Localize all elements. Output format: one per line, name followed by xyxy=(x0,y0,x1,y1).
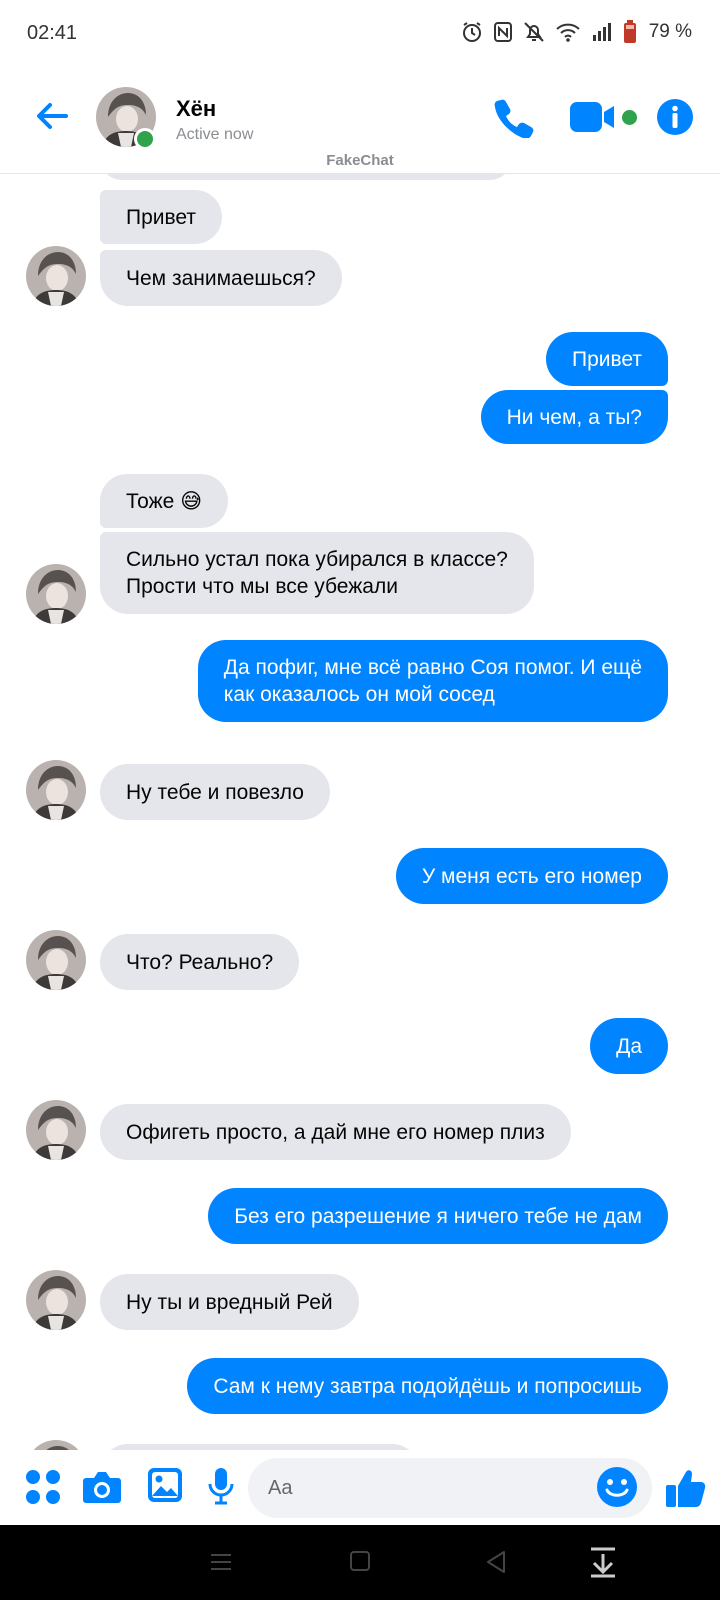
outgoing-message[interactable]: Да xyxy=(590,1018,668,1074)
incoming-message[interactable]: Привет xyxy=(100,190,223,244)
sender-avatar[interactable] xyxy=(26,760,86,820)
outgoing-message[interactable]: Без его разрешение я ничего тебе не дам xyxy=(208,1188,668,1244)
nfc-icon xyxy=(493,22,512,42)
wifi-icon xyxy=(556,23,580,42)
incoming-message[interactable]: Что? Реально? xyxy=(100,934,300,990)
contact-name[interactable]: Хён xyxy=(176,96,216,122)
outgoing-message[interactable]: Ни чем, а ты? xyxy=(480,390,668,444)
outgoing-message[interactable]: Да пофиг, мне всё равно Соя помог. И ещё… xyxy=(197,640,668,722)
status-bar: 02:41 79 % xyxy=(0,0,720,70)
sender-avatar[interactable] xyxy=(26,930,86,990)
menu-icon[interactable] xyxy=(208,1549,234,1575)
system-navigation-bar xyxy=(0,1525,720,1600)
incoming-message[interactable]: Тоже 😅 xyxy=(100,474,229,528)
gallery-icon[interactable] xyxy=(146,1466,184,1504)
incoming-message[interactable]: Ну ты и вредный Рей xyxy=(100,1274,359,1330)
phone-icon[interactable] xyxy=(492,96,534,138)
microphone-icon[interactable] xyxy=(206,1466,236,1506)
thumbs-up-icon[interactable] xyxy=(664,1466,708,1510)
back-triangle-icon[interactable] xyxy=(484,1549,508,1575)
signal-icon xyxy=(592,23,611,41)
sender-avatar[interactable] xyxy=(26,564,86,624)
battery-icon xyxy=(623,20,636,43)
back-arrow-icon[interactable] xyxy=(30,94,74,138)
contact-status: Active now xyxy=(176,126,254,143)
home-icon[interactable] xyxy=(348,1549,372,1573)
info-icon[interactable] xyxy=(656,98,694,136)
camera-icon[interactable] xyxy=(82,1468,122,1506)
message-list[interactable]: Привет Чем занимаешься? Привет Ни чем, а… xyxy=(0,174,720,1450)
outgoing-message[interactable]: Привет xyxy=(545,332,668,386)
apps-grid-icon[interactable] xyxy=(24,1468,62,1506)
partial-message-bubble xyxy=(100,174,512,180)
notification-pull-icon[interactable] xyxy=(588,1545,618,1579)
status-icons: 79 % xyxy=(461,20,692,44)
emoji-icon[interactable] xyxy=(596,1466,638,1508)
app-watermark: FakeChat xyxy=(326,152,394,169)
chat-header: Хён Active now FakeChat xyxy=(0,70,720,174)
online-indicator xyxy=(134,128,156,150)
battery-percent: 79 % xyxy=(648,21,692,42)
alarm-icon xyxy=(462,22,481,42)
mute-icon xyxy=(523,22,544,42)
video-camera-icon[interactable] xyxy=(570,100,618,134)
message-input[interactable] xyxy=(248,1458,652,1518)
sender-avatar[interactable] xyxy=(26,1440,86,1450)
sender-avatar[interactable] xyxy=(26,1100,86,1160)
incoming-message[interactable]: Сильно устал пока убирался в классе? Про… xyxy=(100,532,534,614)
message-composer xyxy=(0,1450,720,1525)
outgoing-message[interactable]: У меня есть его номер xyxy=(395,848,668,904)
incoming-message[interactable]: Офигеть просто, а дай мне его номер плиз xyxy=(100,1104,571,1160)
video-active-dot xyxy=(622,110,637,125)
sender-avatar[interactable] xyxy=(26,1270,86,1330)
outgoing-message[interactable]: Сам к нему завтра подойдёшь и попросишь xyxy=(187,1358,668,1414)
incoming-message[interactable]: Ну тебе и повезло xyxy=(100,764,330,820)
incoming-message[interactable]: Чем занимаешься? xyxy=(100,250,342,306)
status-time: 02:41 xyxy=(27,22,78,44)
sender-avatar[interactable] xyxy=(26,246,86,306)
